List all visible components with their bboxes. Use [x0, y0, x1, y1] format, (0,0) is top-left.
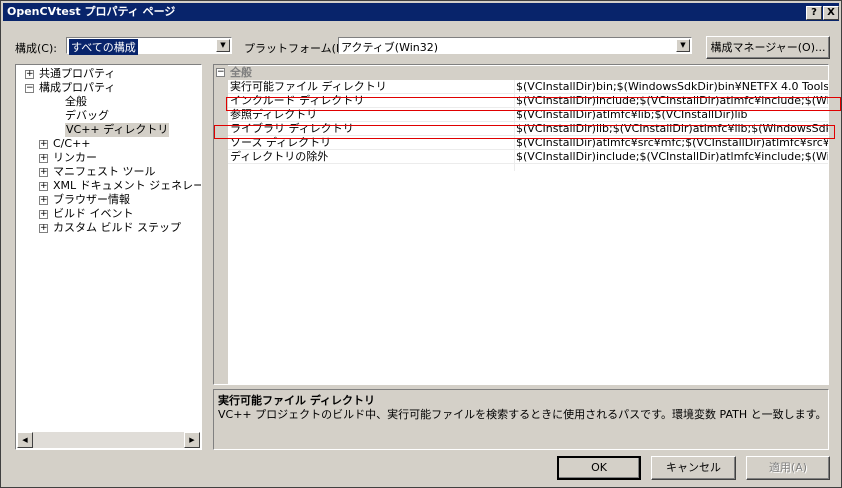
chevron-down-icon[interactable]: ▼ — [676, 39, 690, 52]
config-select[interactable]: すべての構成 ▼ — [66, 37, 232, 55]
apply-button[interactable]: 適用(A) — [746, 456, 830, 480]
platform-value: アクティブ(Win32) — [341, 41, 439, 54]
tree-item-label: カスタム ビルド ステップ — [53, 221, 181, 234]
expand-icon[interactable]: + — [39, 182, 48, 191]
property-name: ディレクトリの除外 — [230, 150, 329, 163]
apply-label: 適用(A) — [768, 461, 808, 474]
grid-row[interactable]: 実行可能ファイル ディレクトリ $(VCInstallDir)bin;$(Wind… — [214, 80, 828, 94]
tree-horizontal-scrollbar[interactable]: ◀ ▶ — [17, 432, 200, 448]
expand-icon[interactable]: + — [25, 70, 34, 79]
property-grid[interactable]: − 全般 実行可能ファイル ディレクトリ $(VCInstallDir)bin;$… — [213, 64, 829, 385]
config-label: 構成(C): — [15, 42, 57, 55]
tree-item-label: デバッグ — [65, 109, 109, 122]
grid-category-row[interactable]: − 全般 — [214, 66, 828, 80]
scroll-left-icon[interactable]: ◀ — [17, 432, 33, 448]
highlight-box-library — [214, 125, 835, 139]
grid-row[interactable]: ディレクトリの除外 $(VCInstallDir)include;$(VCInst… — [214, 150, 828, 164]
tree-item-label: XML ドキュメント ジェネレーター — [53, 179, 202, 192]
tree-item-label: ブラウザー情報 — [53, 193, 130, 206]
expand-icon[interactable]: + — [39, 196, 48, 205]
property-name: 実行可能ファイル ディレクトリ — [230, 80, 387, 93]
tree-item-label: C/C++ — [53, 137, 91, 150]
tree-item-label: ビルド イベント — [53, 207, 134, 220]
close-button[interactable]: X — [823, 6, 839, 20]
cancel-label: キャンセル — [666, 461, 721, 474]
ok-label: OK — [591, 461, 607, 474]
tree-item-label: VC++ ディレクトリ — [65, 123, 170, 137]
property-pages-dialog: OpenCVtest プロパティ ページ ? X 構成(C): すべての構成 ▼… — [0, 0, 842, 488]
platform-select[interactable]: アクティブ(Win32) ▼ — [338, 37, 692, 54]
cancel-button[interactable]: キャンセル — [651, 456, 736, 480]
description-panel: 実行可能ファイル ディレクトリ VC++ プロジェクトのビルド中、実行可能ファイ… — [213, 389, 829, 450]
platform-label: プラットフォーム(P): — [244, 42, 351, 55]
property-value[interactable]: $(VCInstallDir)bin;$(WindowsSdkDir)bin¥N… — [516, 80, 828, 94]
tree-item-label: 全般 — [65, 95, 87, 108]
title-bar[interactable]: OpenCVtest プロパティ ページ ? X — [3, 3, 839, 21]
grid-category-label: 全般 — [230, 66, 252, 79]
window-title: OpenCVtest プロパティ ページ — [7, 5, 176, 18]
expand-icon[interactable]: + — [39, 154, 48, 163]
ok-button[interactable]: OK — [557, 456, 641, 480]
tree-item-label: マニフェスト ツール — [53, 165, 156, 178]
tree-item-label: 構成プロパティ — [39, 81, 116, 94]
tree-item-label: リンカー — [53, 151, 97, 164]
category-tree[interactable]: + 共通プロパティ − 構成プロパティ 全般 デバッグ VC++ ディレクトリ + C/C++ +… — [15, 64, 202, 450]
grid-separator — [228, 163, 828, 164]
collapse-icon[interactable]: − — [25, 84, 34, 93]
collapse-icon[interactable]: − — [216, 68, 225, 77]
scroll-right-icon[interactable]: ▶ — [184, 432, 200, 448]
expand-icon[interactable]: + — [39, 224, 48, 233]
config-manager-button[interactable]: 構成マネージャー(O)... — [706, 36, 830, 59]
help-button[interactable]: ? — [806, 6, 822, 20]
expand-icon[interactable]: + — [39, 168, 48, 177]
highlight-box-include — [226, 97, 841, 111]
config-manager-label: 構成マネージャー(O)... — [710, 41, 826, 54]
chevron-down-icon[interactable]: ▼ — [216, 39, 230, 52]
config-value: すべての構成 — [69, 39, 138, 55]
expand-icon[interactable]: + — [39, 210, 48, 219]
property-value[interactable]: $(VCInstallDir)include;$(VCInstallDir)at… — [516, 150, 828, 164]
expand-icon[interactable]: + — [39, 140, 48, 149]
description-text: VC++ プロジェクトのビルド中、実行可能ファイルを検索するときに使用されるパス… — [218, 408, 827, 421]
tree-item-label: 共通プロパティ — [39, 67, 116, 80]
